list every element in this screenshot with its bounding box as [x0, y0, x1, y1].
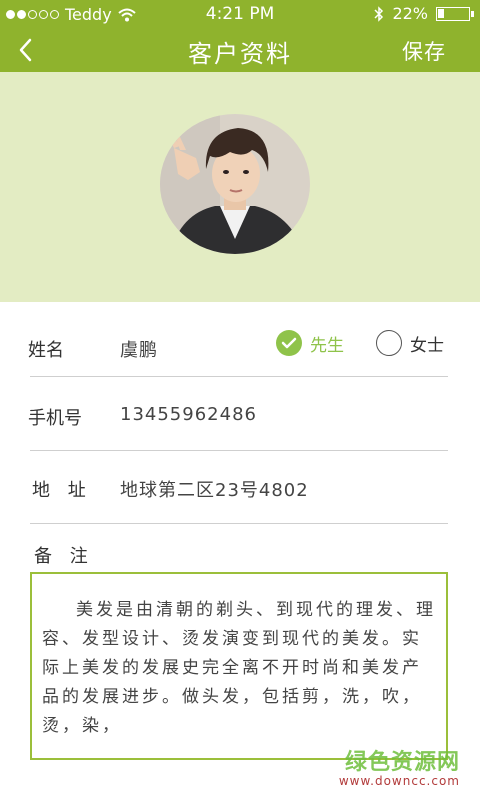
phone-row[interactable]: 手机号 13455962486 — [0, 378, 480, 450]
gender-option-female[interactable]: 女士 — [376, 330, 444, 356]
radio-empty-icon — [376, 330, 402, 356]
save-button[interactable]: 保存 — [402, 36, 446, 66]
gender-male-label: 先生 — [310, 335, 344, 356]
phone-value[interactable]: 13455962486 — [120, 404, 257, 425]
divider — [30, 450, 448, 451]
notes-textarea[interactable]: 美发是由清朝的剃头、到现代的理发、理容、发型设计、烫发演变到现代的美发。实际上美… — [30, 572, 448, 760]
name-value[interactable]: 虞鹏 — [120, 336, 158, 362]
gender-female-label: 女士 — [410, 335, 444, 356]
phone-label: 手机号 — [28, 408, 82, 429]
status-bar: Teddy 4:21 PM 22% — [0, 0, 480, 28]
address-label: 地 址 — [32, 480, 92, 501]
avatar[interactable] — [160, 114, 310, 254]
divider — [30, 523, 448, 524]
bluetooth-icon — [374, 5, 384, 22]
avatar-section — [0, 72, 480, 302]
status-right: 22% — [374, 4, 474, 23]
divider — [30, 376, 448, 377]
address-row[interactable]: 地 址 地球第二区23号4802 — [0, 452, 480, 524]
watermark-url: www.downcc.com — [338, 774, 460, 788]
battery-percent: 22% — [392, 4, 428, 23]
address-value[interactable]: 地球第二区23号4802 — [120, 476, 309, 502]
nav-bar: 客户资料 保存 — [0, 28, 480, 72]
avatar-photo — [160, 114, 310, 254]
check-circle-icon — [276, 330, 302, 356]
name-label: 姓名 — [28, 340, 64, 361]
battery-icon — [436, 6, 474, 21]
name-row[interactable]: 姓名 虞鹏 先生 女士 — [0, 310, 480, 382]
notes-label: 备 注 — [34, 546, 94, 567]
watermark: 绿色资源网 www.downcc.com — [339, 744, 460, 788]
watermark-logo-text: 绿色资源网 — [344, 750, 460, 775]
gender-option-male[interactable]: 先生 — [276, 330, 344, 356]
